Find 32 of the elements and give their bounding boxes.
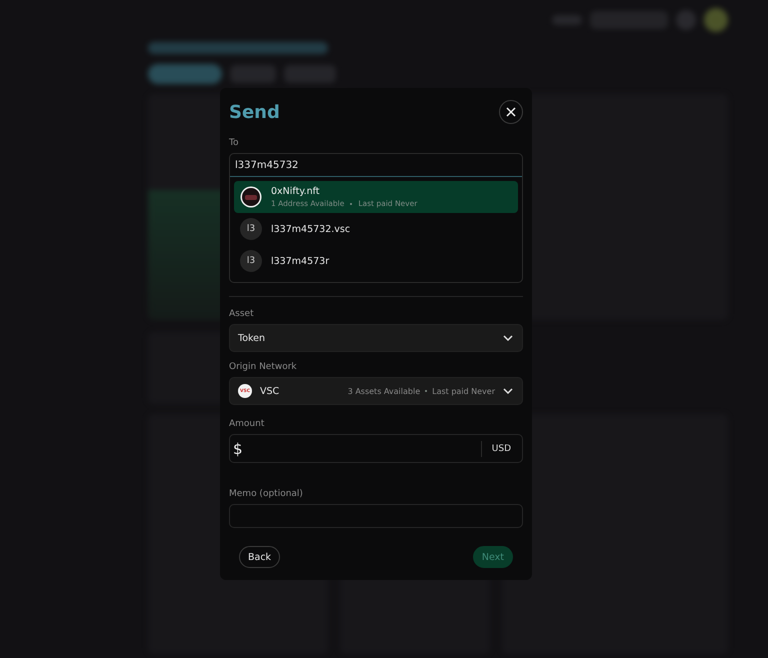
memo-field[interactable] xyxy=(229,504,523,528)
blurred-panel xyxy=(676,10,696,30)
recipient-name: l337m45732.vsc xyxy=(271,224,350,234)
field-label: Asset xyxy=(229,309,255,319)
currency-symbol: $ xyxy=(232,440,244,458)
separator-dot-icon xyxy=(425,390,428,392)
avatar-initials: l3 xyxy=(240,218,262,240)
suggestion-item[interactable]: l3 l337m45732.vsc xyxy=(234,213,518,245)
network-detail: Last paid Never xyxy=(432,386,495,396)
back-button[interactable]: Back xyxy=(239,546,280,568)
recipient-name: l337m4573r xyxy=(271,256,330,266)
recipient-name: 0xNifty.nft xyxy=(271,186,321,197)
field-label: Memo (optional) xyxy=(229,489,304,499)
field-label: Origin Network xyxy=(229,362,298,372)
currency-unit: USD xyxy=(480,440,522,456)
avatar-initials: l3 xyxy=(240,250,262,272)
asset-select[interactable]: Token xyxy=(229,324,523,352)
close-icon xyxy=(506,107,516,117)
network-name: VSC xyxy=(260,386,280,396)
amount-field[interactable]: $ USD xyxy=(229,434,523,463)
avatar-picture-icon xyxy=(240,186,262,208)
field-label: To xyxy=(229,138,240,148)
input-field[interactable]: l337m45732 xyxy=(230,154,522,177)
network-detail: 3 Assets Available xyxy=(348,386,420,396)
chevron-down-icon xyxy=(503,335,513,341)
blurred-panel xyxy=(704,8,728,32)
close-button[interactable] xyxy=(499,100,523,124)
suggestion-item[interactable]: l3 l337m4573r xyxy=(234,245,518,277)
separator-dot-icon xyxy=(350,202,352,204)
chevron-down-icon xyxy=(503,388,513,394)
dialog-title: Send xyxy=(229,102,280,122)
field-label: Amount xyxy=(229,419,266,429)
